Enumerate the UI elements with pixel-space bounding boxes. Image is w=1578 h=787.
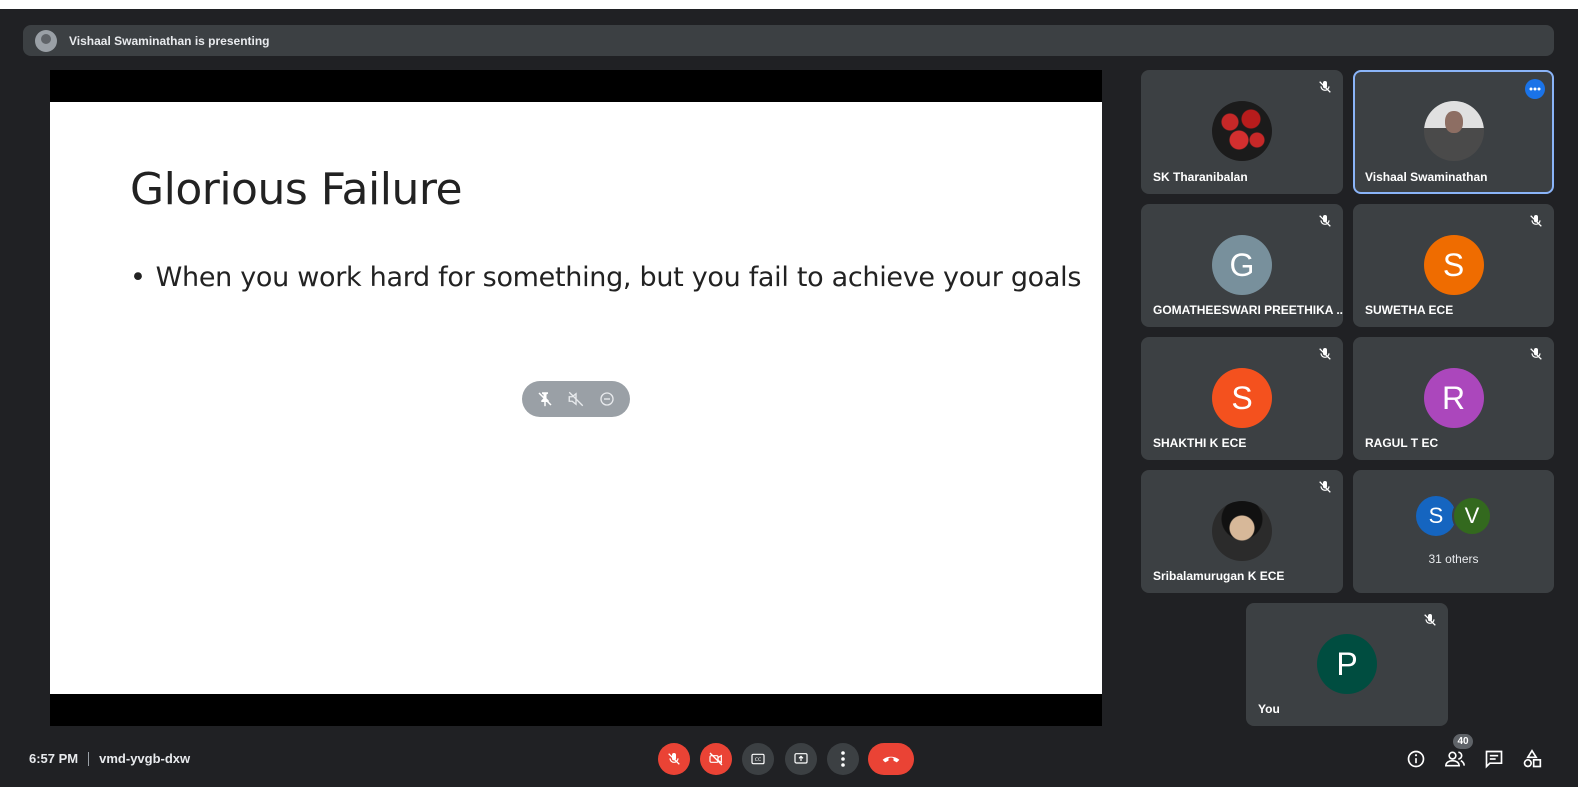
more-icon	[1529, 87, 1541, 91]
present-icon	[794, 753, 808, 764]
participant-tile[interactable]: S SUWETHA ECE	[1353, 204, 1554, 327]
presentation-hover-controls[interactable]	[522, 381, 630, 417]
presenter-avatar	[35, 29, 57, 52]
participant-name: GOMATHEESWARI PREETHIKA ...	[1153, 303, 1343, 317]
participant-tile[interactable]: Sribalamurugan K ECE	[1141, 470, 1343, 593]
avatar: S	[1212, 368, 1272, 428]
camera-off-icon	[709, 752, 723, 766]
participant-tile-active[interactable]: Vishaal Swaminathan	[1353, 70, 1554, 194]
self-tile[interactable]: P You	[1246, 603, 1448, 726]
leave-call-button[interactable]	[868, 743, 914, 775]
participant-name: Sribalamurugan K ECE	[1153, 569, 1285, 583]
meeting-code: vmd-yvgb-dxw	[99, 751, 191, 766]
more-vert-icon	[841, 751, 845, 767]
avatar	[1423, 101, 1484, 161]
mic-off-icon	[1530, 215, 1542, 227]
mic-off-icon	[1319, 215, 1331, 227]
participant-name: SHAKTHI K ECE	[1153, 436, 1247, 450]
mic-off-icon	[1530, 348, 1542, 360]
avatar	[1212, 501, 1272, 561]
participant-tile[interactable]: G GOMATHEESWARI PREETHIKA ...	[1141, 204, 1343, 327]
others-count: 31 others	[1428, 552, 1479, 566]
unpin-icon[interactable]	[535, 389, 555, 409]
avatar	[1212, 101, 1272, 161]
people-button[interactable]	[1444, 748, 1466, 770]
mic-off-icon	[1319, 81, 1331, 93]
divider	[88, 751, 90, 766]
activities-icon	[1523, 749, 1542, 768]
more-options-button[interactable]	[827, 743, 859, 775]
participant-name: RAGUL T EC	[1365, 436, 1439, 450]
participant-name: SK Tharanibalan	[1153, 170, 1248, 184]
more-options-button[interactable]	[1525, 79, 1545, 99]
mute-presentation-icon[interactable]	[566, 389, 586, 409]
participant-name: You	[1258, 702, 1280, 716]
people-icon	[1444, 751, 1465, 767]
captions-icon: CC	[751, 753, 765, 765]
top-strip	[0, 0, 1578, 9]
mic-off-icon	[668, 753, 680, 765]
mic-off-icon	[1424, 614, 1436, 626]
slide-bullet: • When you work hard for something, but y…	[130, 262, 1082, 293]
presenting-banner: Vishaal Swaminathan is presenting	[23, 25, 1554, 56]
mic-off-icon	[1319, 348, 1331, 360]
avatar: R	[1423, 368, 1484, 428]
chat-button[interactable]	[1483, 748, 1505, 770]
activities-button[interactable]	[1521, 748, 1543, 770]
presenting-text: Vishaal Swaminathan is presenting	[69, 33, 270, 48]
hang-up-icon	[882, 756, 900, 763]
slide-bullet-text: When you work hard for something, but yo…	[155, 262, 1082, 293]
slide-title: Glorious Failure	[130, 164, 463, 215]
present-now-button[interactable]	[785, 743, 817, 775]
clock: 6:57 PM	[29, 751, 79, 766]
others-tile[interactable]: S V 31 others	[1353, 470, 1554, 593]
participant-name: SUWETHA ECE	[1365, 303, 1454, 317]
participant-tile[interactable]: SK Tharanibalan	[1141, 70, 1343, 194]
participant-name: Vishaal Swaminathan	[1365, 170, 1488, 184]
info-icon	[1407, 750, 1425, 768]
camera-toggle-button[interactable]	[700, 743, 732, 775]
slide: Glorious Failure • When you work hard for…	[50, 102, 1102, 694]
avatar: S	[1416, 496, 1456, 536]
avatar: P	[1317, 634, 1377, 694]
participant-tile[interactable]: R RAGUL T EC	[1353, 337, 1554, 460]
mic-off-icon	[1319, 481, 1331, 493]
presentation-view[interactable]: Glorious Failure • When you work hard for…	[50, 70, 1102, 726]
captions-button[interactable]: CC	[742, 743, 774, 775]
mic-toggle-button[interactable]	[658, 743, 690, 775]
chat-icon	[1485, 750, 1503, 769]
participant-tile[interactable]: S SHAKTHI K ECE	[1141, 337, 1343, 460]
avatar: G	[1212, 235, 1272, 295]
remove-icon[interactable]	[597, 389, 617, 409]
people-count-badge: 40	[1453, 734, 1473, 749]
meeting-info: 6:57 PM vmd-yvgb-dxw	[29, 751, 190, 766]
svg-text:CC: CC	[755, 757, 762, 763]
avatar: S	[1423, 235, 1484, 295]
bottom-bar: 6:57 PM vmd-yvgb-dxw CC	[0, 735, 1578, 787]
meeting-details-button[interactable]	[1405, 748, 1427, 770]
avatar: V	[1452, 496, 1492, 536]
